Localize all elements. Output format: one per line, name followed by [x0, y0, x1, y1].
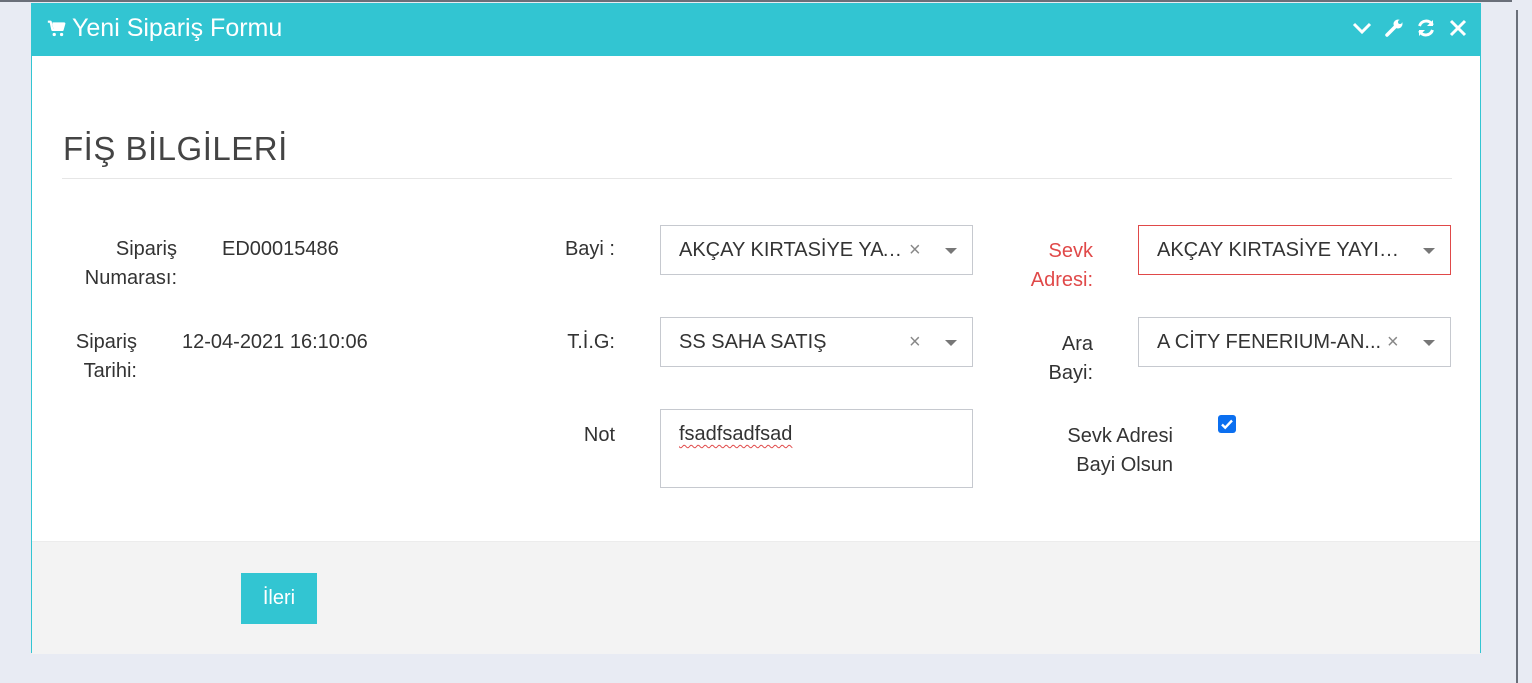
order-number-label: Sipariş Numarası: [62, 235, 177, 293]
close-icon [1449, 19, 1467, 37]
dealer-select-value: AKÇAY KIRTASİYE YAY... [679, 239, 909, 261]
ship-to-dealer-label-line2: Bayi Olsun [1076, 454, 1173, 476]
shipping-address-select[interactable]: AKÇAY KIRTASİYE YAYIN ... [1138, 225, 1451, 275]
tig-clear-button[interactable]: × [909, 329, 921, 355]
order-number-value: ED00015486 [222, 238, 339, 260]
reload-button[interactable] [1414, 15, 1438, 41]
sub-dealer-select-value: A CİTY FENERIUM-AN... [1157, 331, 1382, 353]
sub-dealer-label: Ara Bayi: [992, 330, 1093, 388]
panel-title: Yeni Sipariş Formu [72, 14, 283, 42]
tig-label: T.İ.G: [567, 331, 615, 353]
top-border [0, 0, 1532, 2]
shipping-address-label-line1: Sevk [1048, 240, 1093, 262]
section-divider [62, 178, 1452, 179]
ship-to-dealer-label: Sevk Adresi Bayi Olsun [1022, 422, 1173, 480]
chevron-down-icon [1423, 248, 1435, 254]
note-label: Not [583, 424, 615, 446]
panel-tools [1350, 15, 1470, 41]
tig-select[interactable]: SS SAHA SATIŞ × [660, 317, 973, 367]
refresh-icon [1418, 19, 1434, 37]
order-date-label-line1: Sipariş [75, 331, 137, 353]
dealer-clear-button[interactable]: × [909, 237, 921, 263]
shipping-address-label-line2: Adresi: [1030, 269, 1093, 291]
right-edge-line [1516, 10, 1518, 683]
next-button[interactable]: İleri [241, 573, 317, 624]
order-number-label-line1: Sipariş [115, 238, 177, 260]
sub-dealer-label-line1: Ara [1061, 333, 1093, 355]
section-title: FİŞ BİLGİLERİ [63, 130, 288, 167]
order-form-panel: Yeni Sipariş Formu FİŞ BİLGİLERİ Sipariş… [31, 3, 1481, 654]
sub-dealer-label-line2: Bayi: [1048, 362, 1093, 384]
note-text: fsadfsadfsad [679, 423, 793, 445]
shipping-address-label: Sevk Adresi: [992, 237, 1093, 295]
order-number-label-line2: Numarası: [84, 267, 177, 289]
wrench-icon [1385, 19, 1403, 37]
sub-dealer-clear-button[interactable]: × [1387, 329, 1399, 355]
ship-to-dealer-checkbox[interactable] [1218, 415, 1236, 433]
dealer-label: Bayi : [564, 238, 615, 260]
settings-button[interactable] [1382, 15, 1406, 41]
panel-header: Yeni Sipariş Formu [32, 4, 1480, 56]
chevron-down-icon [1423, 340, 1435, 346]
right-edge [1512, 0, 1532, 683]
dealer-select[interactable]: AKÇAY KIRTASİYE YAY... × [660, 225, 973, 275]
collapse-button[interactable] [1350, 15, 1374, 41]
panel-footer: İleri [32, 541, 1480, 654]
sub-dealer-select[interactable]: A CİTY FENERIUM-AN... × [1138, 317, 1451, 367]
chevron-down-icon [945, 340, 957, 346]
order-date-label-line2: Tarihi: [83, 360, 137, 382]
order-date-value: 12-04-2021 16:10:06 [182, 331, 368, 353]
note-textarea[interactable]: fsadfsadfsad [660, 409, 973, 488]
close-button[interactable] [1446, 15, 1470, 41]
chevron-down-icon [1352, 22, 1372, 35]
chevron-down-icon [945, 248, 957, 254]
order-date-label: Sipariş Tarihi: [62, 328, 137, 386]
tig-select-value: SS SAHA SATIŞ [679, 331, 827, 353]
cart-icon [47, 20, 66, 37]
ship-to-dealer-label-line1: Sevk Adresi [1067, 425, 1173, 447]
checkmark-icon [1221, 419, 1233, 430]
shipping-address-select-value: AKÇAY KIRTASİYE YAYIN ... [1157, 239, 1412, 261]
